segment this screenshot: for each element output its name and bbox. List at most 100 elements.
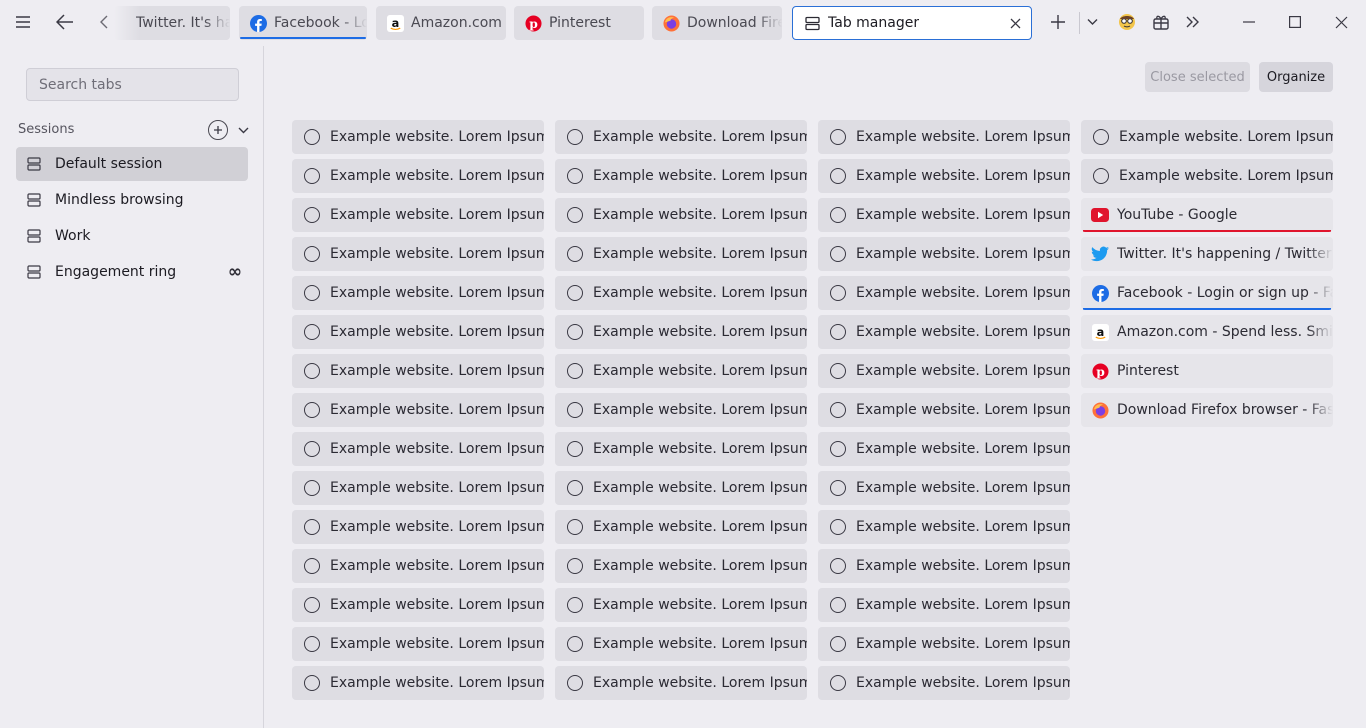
tab-card[interactable]: Example website. Lorem Ipsum	[555, 666, 807, 700]
select-radio[interactable]	[304, 363, 320, 379]
select-radio[interactable]	[567, 441, 583, 457]
open-tab-card[interactable]: Facebook - Login or sign up - Facebook	[1081, 276, 1333, 310]
select-radio[interactable]	[304, 324, 320, 340]
tab-amazon[interactable]: a Amazon.com	[376, 6, 506, 40]
tab-card[interactable]: Example website. Lorem Ipsum	[292, 432, 544, 466]
tab-card[interactable]: Example website. Lorem Ipsum	[818, 315, 1070, 349]
select-radio[interactable]	[567, 168, 583, 184]
tab-card[interactable]: Example website. Lorem Ipsum	[555, 276, 807, 310]
select-radio[interactable]	[304, 558, 320, 574]
tab-card[interactable]: Example website. Lorem Ipsum	[1081, 159, 1333, 193]
tab-card[interactable]: Example website. Lorem Ipsum	[292, 276, 544, 310]
tab-card[interactable]: Example website. Lorem Ipsum	[292, 237, 544, 271]
tab-card[interactable]: Example website. Lorem Ipsum	[292, 666, 544, 700]
tab-card[interactable]: Example website. Lorem Ipsum	[292, 471, 544, 505]
select-radio[interactable]	[304, 597, 320, 613]
select-radio[interactable]	[830, 519, 846, 535]
close-selected-button[interactable]: Close selected	[1145, 62, 1250, 92]
select-radio[interactable]	[830, 441, 846, 457]
select-radio[interactable]	[830, 480, 846, 496]
extension-gift-icon[interactable]	[1146, 7, 1176, 37]
tab-card[interactable]: Example website. Lorem Ipsum	[292, 120, 544, 154]
close-window-icon[interactable]	[1326, 7, 1356, 37]
tab-card[interactable]: Example website. Lorem Ipsum	[555, 627, 807, 661]
tab-twitter[interactable]: Twitter. It's happening / Twitter	[114, 6, 230, 40]
select-radio[interactable]	[567, 636, 583, 652]
tab-card[interactable]: Example website. Lorem Ipsum	[292, 510, 544, 544]
tab-card[interactable]: Example website. Lorem Ipsum	[818, 393, 1070, 427]
tab-card[interactable]: Example website. Lorem Ipsum	[555, 159, 807, 193]
new-tab-icon[interactable]	[1043, 7, 1073, 37]
open-tab-card[interactable]: Download Firefox browser - Fast, Private…	[1081, 393, 1333, 427]
select-radio[interactable]	[830, 636, 846, 652]
tab-card[interactable]: Example website. Lorem Ipsum	[818, 276, 1070, 310]
tab-card[interactable]: Example website. Lorem Ipsum	[555, 315, 807, 349]
open-tab-card[interactable]: p Pinterest	[1081, 354, 1333, 388]
select-radio[interactable]	[1093, 168, 1109, 184]
tab-card[interactable]: Example website. Lorem Ipsum	[292, 627, 544, 661]
add-session-icon[interactable]	[208, 120, 228, 140]
select-radio[interactable]	[567, 246, 583, 262]
select-radio[interactable]	[830, 207, 846, 223]
tab-card[interactable]: Example website. Lorem Ipsum	[818, 432, 1070, 466]
select-radio[interactable]	[304, 402, 320, 418]
select-radio[interactable]	[567, 402, 583, 418]
more-tools-chevron-icon[interactable]	[1178, 7, 1208, 37]
tab-firefox[interactable]: Download Firefox	[652, 6, 782, 40]
select-radio[interactable]	[830, 402, 846, 418]
select-radio[interactable]	[567, 597, 583, 613]
select-radio[interactable]	[830, 129, 846, 145]
select-radio[interactable]	[304, 441, 320, 457]
tab-card[interactable]: Example website. Lorem Ipsum	[555, 198, 807, 232]
tab-card[interactable]: Example website. Lorem Ipsum	[818, 354, 1070, 388]
tab-card[interactable]: Example website. Lorem Ipsum	[818, 198, 1070, 232]
tab-card[interactable]: Example website. Lorem Ipsum	[292, 198, 544, 232]
tab-card[interactable]: Example website. Lorem Ipsum	[555, 120, 807, 154]
tab-card[interactable]: Example website. Lorem Ipsum	[292, 354, 544, 388]
session-work[interactable]: Work	[16, 219, 248, 253]
session-engagement-ring[interactable]: Engagement ring ∞	[16, 255, 248, 289]
select-radio[interactable]	[304, 129, 320, 145]
select-radio[interactable]	[830, 168, 846, 184]
select-radio[interactable]	[567, 675, 583, 691]
tab-card[interactable]: Example website. Lorem Ipsum	[1081, 120, 1333, 154]
tab-list-chevron-icon[interactable]	[1077, 7, 1107, 37]
tab-card[interactable]: Example website. Lorem Ipsum	[818, 159, 1070, 193]
select-radio[interactable]	[567, 363, 583, 379]
tab-card[interactable]: Example website. Lorem Ipsum	[818, 627, 1070, 661]
tab-card[interactable]: Example website. Lorem Ipsum	[818, 237, 1070, 271]
select-radio[interactable]	[304, 519, 320, 535]
tab-card[interactable]: Example website. Lorem Ipsum	[555, 237, 807, 271]
tab-facebook[interactable]: Facebook - Login or sign up	[239, 6, 367, 40]
profile-avatar-icon[interactable]	[1112, 7, 1142, 37]
organize-button[interactable]: Organize	[1259, 62, 1333, 92]
close-tab-icon[interactable]	[1007, 15, 1023, 31]
session-mindless-browsing[interactable]: Mindless browsing	[16, 183, 248, 217]
menu-icon[interactable]	[8, 7, 38, 37]
select-radio[interactable]	[830, 285, 846, 301]
sessions-chevron-down-icon[interactable]	[235, 122, 251, 138]
select-radio[interactable]	[830, 324, 846, 340]
open-tab-card[interactable]: YouTube - Google	[1081, 198, 1333, 232]
select-radio[interactable]	[567, 285, 583, 301]
search-tabs-input[interactable]	[26, 68, 239, 101]
tab-card[interactable]: Example website. Lorem Ipsum	[555, 393, 807, 427]
open-tab-card[interactable]: Twitter. It's happening / Twitter	[1081, 237, 1333, 271]
select-radio[interactable]	[1093, 129, 1109, 145]
tab-tab-manager[interactable]: Tab manager	[792, 6, 1032, 40]
select-radio[interactable]	[304, 636, 320, 652]
select-radio[interactable]	[304, 480, 320, 496]
select-radio[interactable]	[830, 363, 846, 379]
session-default[interactable]: Default session	[16, 147, 248, 181]
tab-card[interactable]: Example website. Lorem Ipsum	[818, 666, 1070, 700]
tab-card[interactable]: Example website. Lorem Ipsum	[818, 549, 1070, 583]
tab-card[interactable]: Example website. Lorem Ipsum	[555, 549, 807, 583]
select-radio[interactable]	[304, 285, 320, 301]
select-radio[interactable]	[567, 480, 583, 496]
select-radio[interactable]	[304, 168, 320, 184]
tab-card[interactable]: Example website. Lorem Ipsum	[818, 471, 1070, 505]
select-radio[interactable]	[304, 207, 320, 223]
back-arrow-icon[interactable]	[50, 7, 80, 37]
tab-card[interactable]: Example website. Lorem Ipsum	[555, 354, 807, 388]
minimize-icon[interactable]	[1234, 7, 1264, 37]
